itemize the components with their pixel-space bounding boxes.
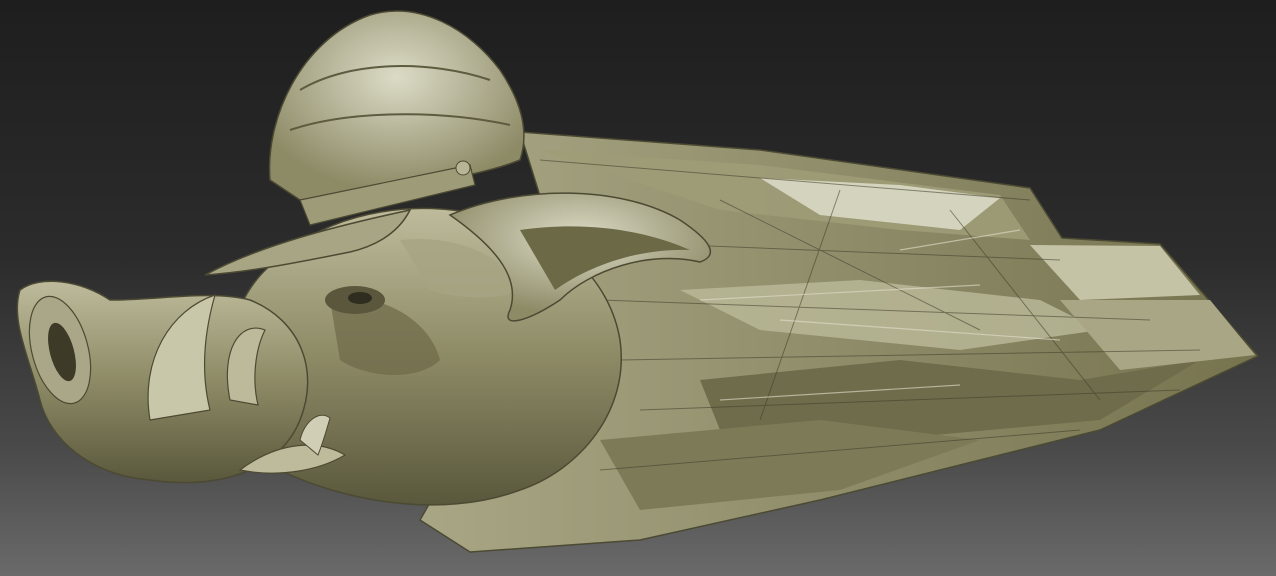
boar-eye [325, 286, 385, 314]
sculpt-viewport [0, 0, 1276, 576]
boar-head-sculpt-icon [16, 10, 1260, 553]
